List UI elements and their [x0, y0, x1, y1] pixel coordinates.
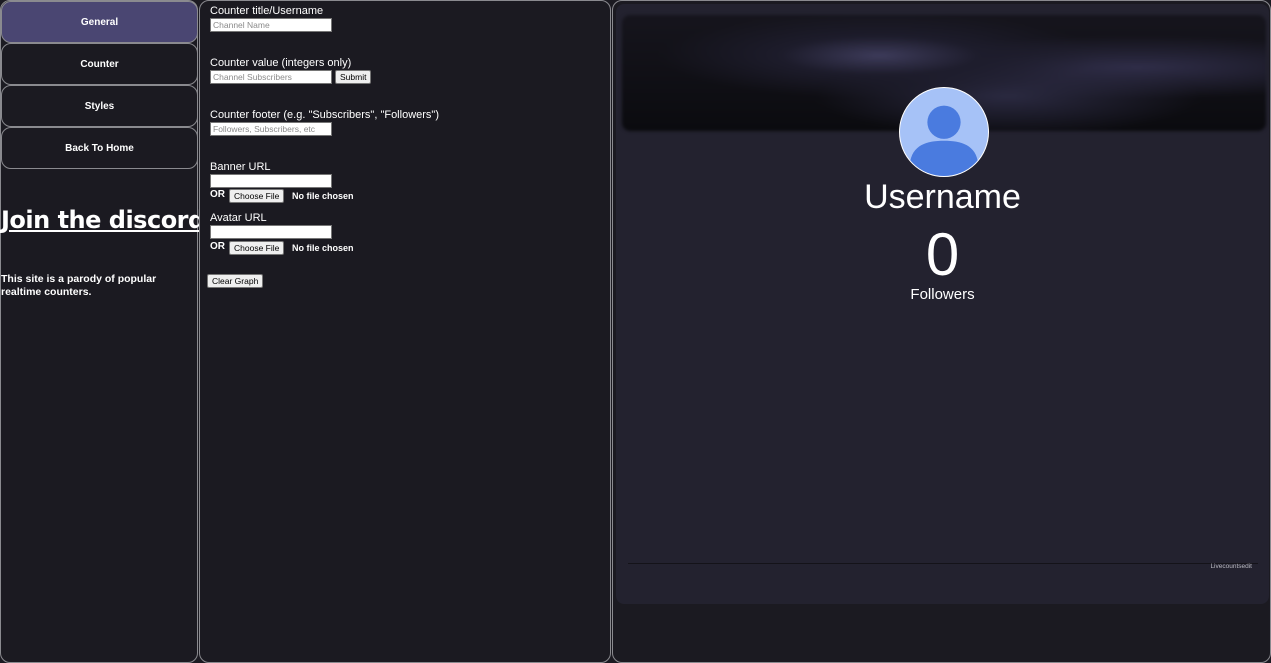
title-label: Counter title/Username [210, 5, 324, 17]
avatar-url-input[interactable] [210, 225, 332, 239]
title-input[interactable] [210, 18, 332, 32]
submit-button[interactable]: Submit [335, 70, 372, 84]
settings-panel: Counter title/Username Counter value (in… [199, 0, 611, 663]
banner-choose-file-button[interactable]: Choose File [229, 189, 285, 203]
value-input[interactable] [210, 70, 332, 84]
counter-value: 0 [925, 221, 960, 288]
avatar-no-file-text: No file chosen [292, 243, 354, 253]
avatar-url-label: Avatar URL [210, 212, 267, 224]
banner-url-label: Banner URL [210, 161, 271, 173]
banner-or-label: OR [210, 189, 225, 200]
divider [628, 563, 1258, 564]
counter-username: Username [864, 178, 1021, 216]
clear-graph-button[interactable]: Clear Graph [207, 274, 264, 288]
counter-footer: Followers [910, 286, 975, 303]
discord-link[interactable]: Join the discord. [1, 206, 214, 234]
watermark: Livecountsedit [1210, 563, 1252, 570]
disclaimer-text: This site is a parody of popular realtim… [1, 273, 157, 298]
footer-label: Counter footer (e.g. "Subscribers", "Fol… [210, 109, 439, 121]
nav-back-home-button[interactable]: Back To Home [1, 127, 198, 169]
counter-preview: Username 0 Followers Livecountsedit [612, 0, 1271, 663]
banner-url-input[interactable] [210, 174, 332, 188]
value-label: Counter value (integers only) [210, 57, 352, 69]
default-user-icon [899, 87, 989, 177]
counter-card: Username 0 Followers Livecountsedit [616, 4, 1269, 604]
footer-input[interactable] [210, 122, 332, 136]
sidebar: General Counter Styles Back To Home Join… [0, 0, 214, 663]
avatar-choose-file-button[interactable]: Choose File [229, 241, 285, 255]
nav-general-button[interactable]: General [1, 1, 198, 43]
nav-styles-button[interactable]: Styles [1, 85, 198, 127]
banner-no-file-text: No file chosen [292, 191, 354, 201]
nav-counter-button[interactable]: Counter [1, 43, 198, 85]
avatar-or-label: OR [210, 241, 225, 252]
